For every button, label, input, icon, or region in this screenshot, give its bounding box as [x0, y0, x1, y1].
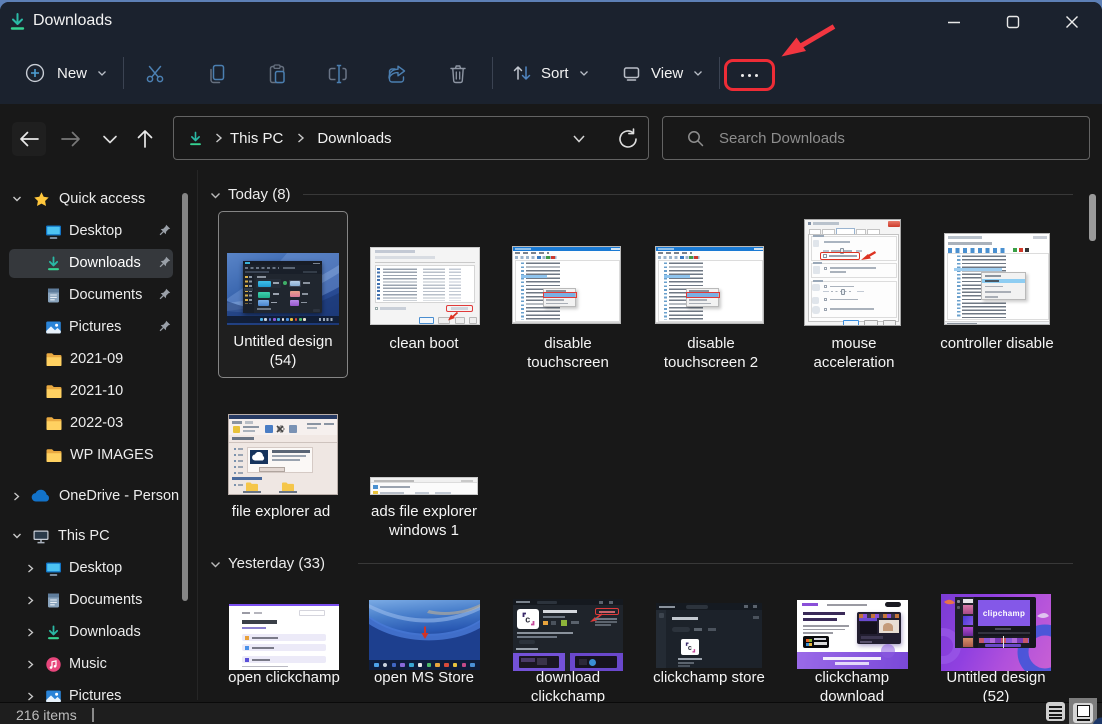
svg-text:c: c	[688, 645, 692, 652]
svg-text:c: c	[525, 615, 530, 625]
